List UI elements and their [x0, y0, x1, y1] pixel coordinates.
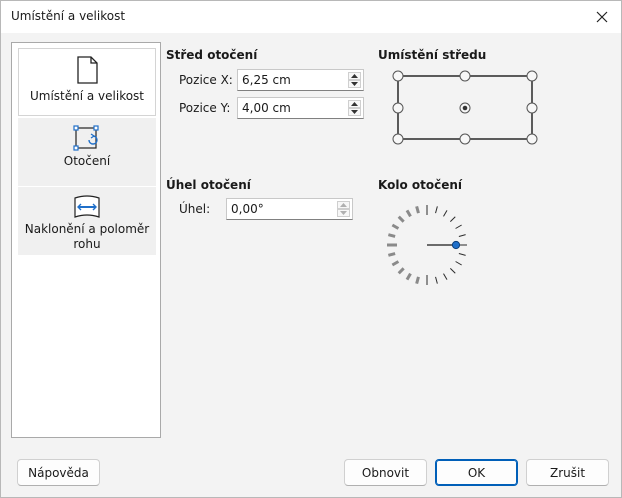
position-x-spinbox[interactable]: 6,25 cm	[237, 69, 364, 91]
anchor-point[interactable]	[526, 102, 538, 114]
sidebar-item-label: Otočení	[63, 154, 111, 168]
rotation-dialog: Umístění a velikost Umístění a velikost	[0, 0, 622, 498]
sidebar-item-label: Umístění a velikost	[29, 89, 145, 103]
wheel-tick	[391, 260, 400, 267]
anchor-point[interactable]	[392, 70, 404, 82]
window-title: Umístění a velikost	[11, 9, 126, 23]
wheel-tick	[397, 267, 405, 275]
ok-button[interactable]: OK	[435, 459, 518, 486]
arrow-down-icon	[340, 211, 347, 215]
center-placement-grid	[392, 70, 538, 145]
sidebar: Umístění a velikost Otočení Naklonění a …	[11, 42, 161, 438]
anchor-point[interactable]	[459, 133, 471, 145]
anchor-point[interactable]	[526, 133, 538, 145]
close-icon	[596, 11, 608, 23]
center-placement-title: Umístění středu	[378, 48, 487, 62]
angle-increment[interactable]	[337, 201, 350, 209]
position-y-increment[interactable]	[348, 100, 361, 108]
wheel-tick	[458, 234, 466, 237]
anchor-point[interactable]	[392, 133, 404, 145]
help-button[interactable]: Nápověda	[17, 459, 100, 486]
arrow-up-icon	[351, 102, 358, 106]
wheel-tick	[435, 276, 438, 284]
wheel-section-title: Kolo otočení	[378, 178, 462, 192]
arrow-up-icon	[340, 203, 347, 207]
position-y-spinbox[interactable]: 4,00 cm	[237, 97, 364, 119]
slant-icon	[74, 195, 100, 218]
wheel-tick	[455, 224, 462, 229]
sidebar-item-slant[interactable]: Naklonění a poloměr rohu	[18, 187, 156, 255]
wheel-tick	[387, 233, 396, 238]
position-y-label: Pozice Y:	[179, 101, 231, 115]
angle-value: 0,00°	[231, 202, 264, 216]
position-x-increment[interactable]	[348, 72, 361, 80]
page-icon	[77, 56, 98, 84]
reset-button[interactable]: Obnovit	[344, 459, 427, 486]
anchor-point[interactable]	[392, 102, 404, 114]
angle-label: Úhel:	[179, 202, 211, 216]
wheel-tick	[397, 215, 405, 223]
wheel-tick	[449, 216, 456, 223]
angle-decrement[interactable]	[337, 209, 350, 217]
position-x-label: Pozice X:	[179, 73, 233, 87]
rotation-wheel[interactable]	[385, 203, 469, 287]
wheel-tick	[449, 267, 456, 274]
arrow-up-icon	[351, 74, 358, 78]
cancel-button[interactable]: Zrušit	[526, 459, 609, 486]
position-x-decrement[interactable]	[348, 80, 361, 88]
wheel-tick	[443, 273, 448, 280]
arrow-down-icon	[351, 110, 358, 114]
wheel-tick	[405, 272, 412, 281]
anchor-point[interactable]	[459, 70, 471, 82]
wheel-tick	[415, 276, 420, 285]
wheel-tick	[443, 210, 448, 217]
anchor-point-selected[interactable]	[459, 102, 471, 114]
wheel-tick	[391, 223, 400, 230]
sidebar-item-position-size[interactable]: Umístění a velikost	[18, 48, 156, 116]
position-y-value: 4,00 cm	[242, 101, 291, 115]
title-bar: Umístění a velikost	[1, 1, 621, 33]
close-button[interactable]	[587, 3, 617, 31]
wheel-tick	[455, 261, 462, 266]
angle-section-title: Úhel otočení	[166, 178, 251, 192]
pivot-section-title: Střed otočení	[166, 48, 258, 62]
rotation-icon	[73, 125, 99, 151]
sidebar-item-label: Naklonění a poloměr rohu	[24, 222, 150, 251]
position-x-value: 6,25 cm	[242, 73, 291, 87]
wheel-tick	[387, 252, 396, 257]
wheel-tick	[458, 253, 466, 256]
anchor-point[interactable]	[526, 70, 538, 82]
position-y-decrement[interactable]	[348, 108, 361, 116]
wheel-tick	[405, 209, 412, 218]
angle-spinbox[interactable]: 0,00°	[226, 198, 353, 220]
sidebar-item-rotation[interactable]: Otočení	[18, 118, 156, 186]
arrow-down-icon	[351, 82, 358, 86]
wheel-tick	[415, 205, 420, 214]
wheel-tick	[435, 206, 438, 214]
wheel-handle[interactable]	[451, 240, 461, 250]
